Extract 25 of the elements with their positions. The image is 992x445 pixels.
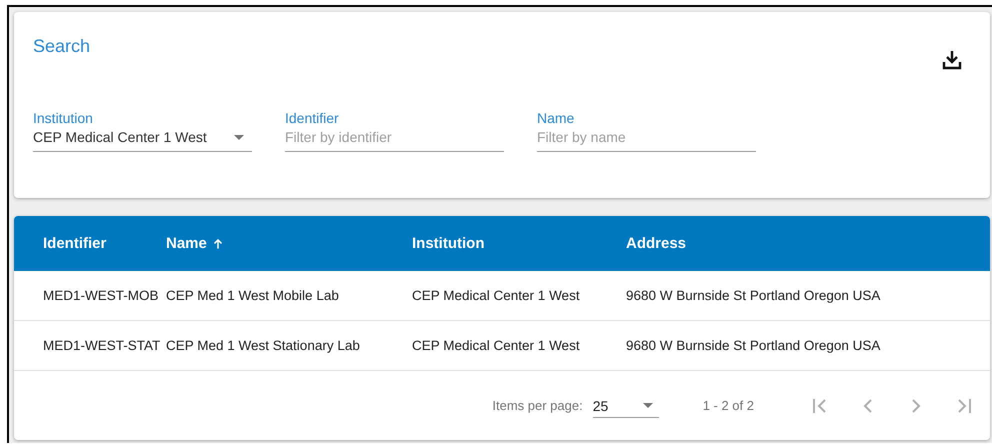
table-cell: CEP Med 1 West Mobile Lab bbox=[166, 288, 339, 303]
column-header[interactable]: Name bbox=[166, 235, 225, 252]
table-cell: CEP Medical Center 1 West bbox=[412, 288, 580, 303]
column-header[interactable]: Address bbox=[626, 235, 686, 252]
search-title: Search bbox=[33, 36, 90, 57]
table-cell: MED1-WEST-STAT bbox=[43, 338, 160, 353]
select-value: CEP Medical Center 1 West bbox=[33, 129, 207, 145]
field-label: Name bbox=[537, 110, 574, 126]
table-cell: CEP Med 1 West Stationary Lab bbox=[166, 338, 360, 353]
dropdown-arrow-icon bbox=[234, 134, 244, 140]
field-label: Identifier bbox=[285, 110, 339, 126]
download-icon bbox=[940, 48, 964, 72]
page-range: 1 - 2 of 2 bbox=[702, 398, 754, 413]
table-cell: 9680 W Burnside St Portland Oregon USA bbox=[626, 338, 880, 353]
table-cell: CEP Medical Center 1 West bbox=[412, 338, 580, 353]
column-header[interactable]: Institution bbox=[412, 235, 484, 252]
table-cell: 9680 W Burnside St Portland Oregon USA bbox=[626, 288, 880, 303]
column-header[interactable]: Identifier bbox=[43, 235, 106, 252]
items-per-page-label: Items per page: bbox=[492, 398, 583, 413]
field-label: Institution bbox=[33, 110, 93, 126]
dropdown-arrow-icon bbox=[642, 403, 653, 408]
page-size-select[interactable]: 25 bbox=[592, 394, 659, 418]
download-button[interactable] bbox=[940, 48, 964, 72]
table-cell: MED1-WEST-MOB bbox=[43, 288, 159, 303]
institution-select[interactable]: Institution CEP Medical Center 1 West bbox=[33, 110, 252, 152]
